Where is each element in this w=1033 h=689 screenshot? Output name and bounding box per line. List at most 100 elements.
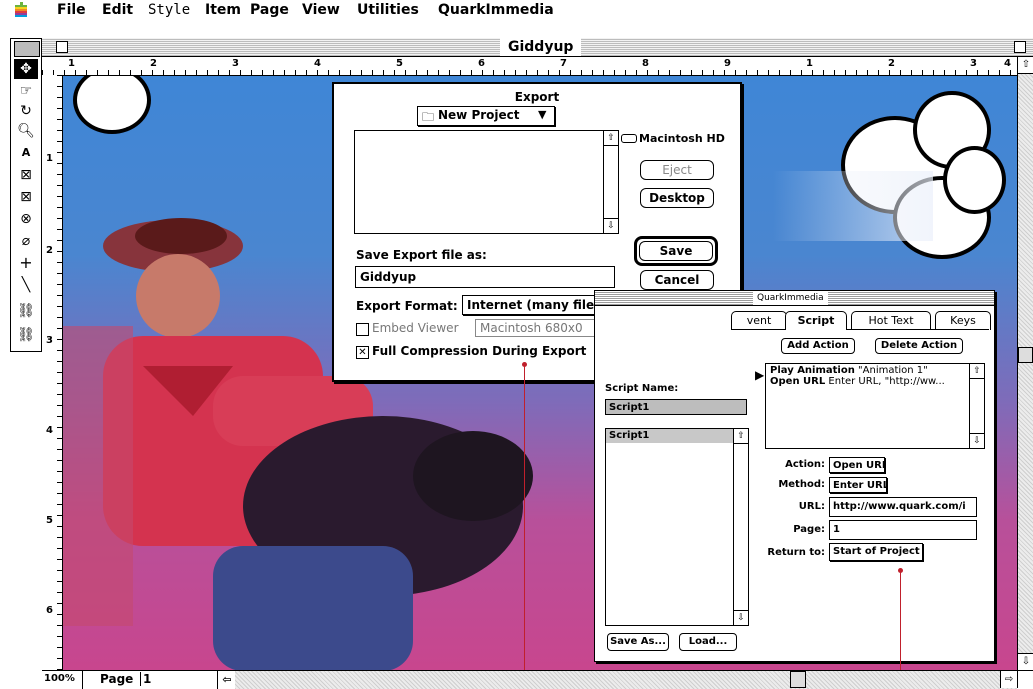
rotation-tool-icon[interactable]: ↻ xyxy=(14,101,38,121)
scroll-up-arrow-icon[interactable]: ⇧ xyxy=(970,364,984,379)
add-action-button[interactable]: Add Action xyxy=(781,338,855,354)
picture-box-rounded-tool-icon[interactable]: ⊠ xyxy=(14,187,38,207)
load-button[interactable]: Load... xyxy=(679,633,737,651)
vertical-ruler: 1 2 3 4 5 6 xyxy=(42,75,63,670)
action-popup[interactable]: Open URL xyxy=(829,457,885,473)
orthogonal-line-tool-icon[interactable]: + xyxy=(14,253,38,273)
ruler-label: 7 xyxy=(560,58,567,69)
linking-tool-icon[interactable]: ⛓ xyxy=(14,301,38,321)
ruler-label: 2 xyxy=(150,58,157,69)
full-compression-checkbox[interactable]: ✕ xyxy=(356,346,369,359)
picture-box-polygon-tool-icon[interactable]: ⌀ xyxy=(14,231,38,251)
script-list-item[interactable]: Script1 xyxy=(606,429,733,443)
callout-line xyxy=(524,366,525,688)
zoom-box-icon[interactable] xyxy=(1014,41,1026,53)
size-box-icon[interactable] xyxy=(1017,670,1033,688)
ruler-label: 8 xyxy=(642,58,649,69)
tab-keys[interactable]: Keys xyxy=(935,311,991,330)
scroll-right-arrow-icon[interactable]: ⇨ xyxy=(1000,671,1017,688)
action-list[interactable]: Play Animation "Animation 1" Open URL En… xyxy=(765,363,985,449)
scroll-down-arrow-icon[interactable]: ⇩ xyxy=(734,610,748,625)
url-field[interactable]: http://www.quark.com/i xyxy=(829,497,977,517)
page-indicator-value[interactable]: 1 xyxy=(140,672,151,686)
scroll-up-arrow-icon[interactable]: ⇧ xyxy=(734,429,748,444)
script-name-field[interactable]: Script1 xyxy=(605,399,747,415)
ruler-label: 6 xyxy=(46,605,53,616)
desktop-button[interactable]: Desktop xyxy=(640,188,714,208)
return-to-popup[interactable]: Start of Project xyxy=(829,543,923,561)
item-tool-icon[interactable]: ✥ xyxy=(14,59,38,79)
close-box-icon[interactable] xyxy=(56,41,68,53)
tab-hot-text[interactable]: Hot Text xyxy=(851,311,931,330)
script-list-scrollbar[interactable]: ⇧ ⇩ xyxy=(733,429,748,625)
menu-edit[interactable]: Edit xyxy=(102,2,133,18)
file-list[interactable]: ⇧ ⇩ xyxy=(354,130,619,234)
tool-palette: ✥ ☞ ↻ 🔍︎ A ⊠ ⊠ ⊗ ⌀ + ╲ ⛓ ⛓ xyxy=(10,38,42,352)
menu-style[interactable]: Style xyxy=(148,2,190,18)
ruler-label: 4 xyxy=(46,425,53,436)
embed-viewer-checkbox[interactable] xyxy=(356,323,369,336)
scroll-down-arrow-icon[interactable]: ⇩ xyxy=(604,218,618,233)
content-tool-icon[interactable]: ☞ xyxy=(14,81,38,101)
folder-popup[interactable]: 🗀︎ New Project ▼ xyxy=(417,106,555,126)
zoom-tool-icon[interactable]: 🔍︎ xyxy=(14,121,38,141)
dialog-title: Export xyxy=(514,90,560,104)
unlinking-tool-icon[interactable]: ⛓ xyxy=(14,325,38,345)
cloud-graphic xyxy=(73,76,151,134)
scroll-thumb[interactable] xyxy=(790,671,806,688)
script-list[interactable]: Script1 ⇧ ⇩ xyxy=(605,428,749,626)
action-list-item[interactable]: Play Animation "Animation 1" xyxy=(770,365,928,376)
scroll-up-arrow-icon[interactable]: ⇧ xyxy=(604,131,618,146)
scroll-thumb[interactable] xyxy=(1018,347,1033,363)
tool-palette-close-icon[interactable] xyxy=(14,41,40,57)
apple-menu-icon[interactable] xyxy=(12,1,30,19)
file-list-scrollbar[interactable]: ⇧ ⇩ xyxy=(603,131,618,233)
motion-blur xyxy=(773,171,933,241)
embed-viewer-popup[interactable]: Macintosh 680x0 xyxy=(475,319,605,337)
menu-view[interactable]: View xyxy=(302,2,340,18)
tab-script[interactable]: Script xyxy=(785,311,847,330)
window-title: Giddyup xyxy=(500,38,582,56)
picture-box-rect-tool-icon[interactable]: ⊠ xyxy=(14,165,38,185)
scroll-left-arrow-icon[interactable]: ⇦ xyxy=(217,671,236,689)
action-list-item[interactable]: Open URL Enter URL, "http://ww... xyxy=(770,376,945,387)
action-list-scrollbar[interactable]: ⇧ ⇩ xyxy=(969,364,984,448)
url-label: URL: xyxy=(798,501,825,512)
menu-bar: File Edit Style Item Page View Utilities… xyxy=(0,0,1033,23)
menu-utilities[interactable]: Utilities xyxy=(357,2,419,18)
vertical-scrollbar[interactable]: ⇧ ⇩ xyxy=(1017,57,1033,670)
ruler-label: 2 xyxy=(888,58,895,69)
delete-action-button[interactable]: Delete Action xyxy=(875,338,963,354)
palette-title: QuarkImmedia xyxy=(753,291,828,305)
zoom-level[interactable]: 100% xyxy=(44,673,75,684)
scroll-down-arrow-icon[interactable]: ⇩ xyxy=(1018,653,1033,670)
eject-button[interactable]: Eject xyxy=(640,160,714,180)
export-format-label: Export Format: xyxy=(356,299,458,313)
method-popup[interactable]: Enter URL xyxy=(829,477,887,493)
picture-box-oval-tool-icon[interactable]: ⊗ xyxy=(14,209,38,229)
filename-field[interactable]: Giddyup xyxy=(355,266,615,288)
tab-event[interactable]: vent xyxy=(731,311,787,330)
folder-icon: 🗀︎ xyxy=(422,110,435,124)
return-to-label: Return to: xyxy=(767,547,825,558)
quarkimmedia-palette: QuarkImmedia vent Script Hot Text Keys A… xyxy=(594,290,995,662)
cancel-button[interactable]: Cancel xyxy=(640,270,714,290)
menu-quarkimmedia[interactable]: QuarkImmedia xyxy=(438,2,554,18)
text-box-tool-icon[interactable]: A xyxy=(14,143,38,163)
scroll-down-arrow-icon[interactable]: ⇩ xyxy=(970,433,984,448)
scroll-up-arrow-icon[interactable]: ⇧ xyxy=(1018,57,1033,74)
save-button[interactable]: Save xyxy=(639,241,713,261)
ruler-label: 1 xyxy=(46,153,53,164)
ruler-label: 3 xyxy=(46,335,53,346)
action-detail: Enter URL, "http://ww... xyxy=(825,376,945,387)
menu-page[interactable]: Page xyxy=(250,2,289,18)
menu-item[interactable]: Item xyxy=(205,2,241,18)
status-bar: 100% Page 1 ⇦ xyxy=(42,670,235,689)
line-tool-icon[interactable]: ╲ xyxy=(14,275,38,295)
page-field[interactable]: 1 xyxy=(829,520,977,540)
save-as-button[interactable]: Save As... xyxy=(607,633,669,651)
horizontal-scrollbar[interactable]: ⇨ xyxy=(235,670,1017,689)
embed-viewer-label: Embed Viewer xyxy=(372,321,459,335)
menu-file[interactable]: File xyxy=(57,2,86,18)
chevron-down-icon: ▼ xyxy=(538,108,547,121)
